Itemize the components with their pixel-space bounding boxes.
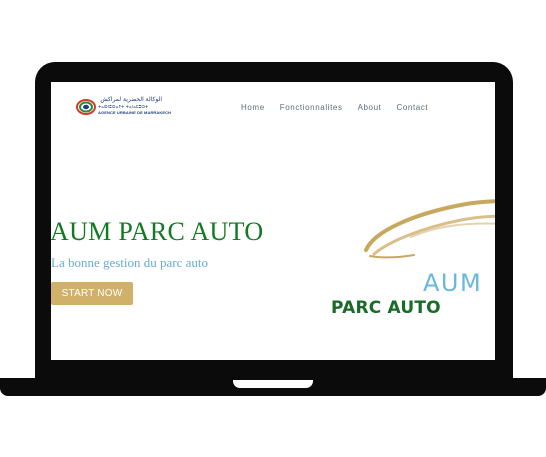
hero-subtitle: La bonne gestion du parc auto xyxy=(51,255,209,270)
main-nav: Home Fonctionnalites About Contact xyxy=(241,103,443,112)
logo-arabic-text: الوكالة الحضرية لمراكش xyxy=(100,96,162,103)
start-now-button[interactable]: START NOW xyxy=(51,282,133,305)
laptop-notch xyxy=(233,380,313,388)
brand-aum-text: AUM xyxy=(423,269,483,297)
nav-fonctionnalites[interactable]: Fonctionnalites xyxy=(280,103,343,112)
agency-logo[interactable]: الوكالة الحضرية لمراكش ⵜⴰⵙⵏⵓⵔⴰⵢⵜ ⵜⴰⵏⴰⵎⵓⵔ… xyxy=(76,96,171,118)
nav-home[interactable]: Home xyxy=(241,103,265,112)
logo-tifinagh-text: ⵜⴰⵙⵏⵓⵔⴰⵢⵜ ⵜⴰⵏⴰⵎⵓⵔⵜ xyxy=(98,104,149,109)
laptop-screen: الوكالة الحضرية لمراكش ⵜⴰⵙⵏⵓⵔⴰⵢⵜ ⵜⴰⵏⴰⵎⵓⵔ… xyxy=(51,82,495,360)
nav-about[interactable]: About xyxy=(358,103,382,112)
hero-title: AUM PARC AUTO xyxy=(51,217,264,246)
nav-contact[interactable]: Contact xyxy=(396,103,428,112)
agency-logo-icon xyxy=(76,99,96,115)
car-silhouette-icon xyxy=(364,199,495,259)
logo-french-text: AGENCE URBAINE DE MARRAKECH xyxy=(98,110,172,115)
brand-parc-auto-text: PARC AUTO xyxy=(331,298,441,318)
